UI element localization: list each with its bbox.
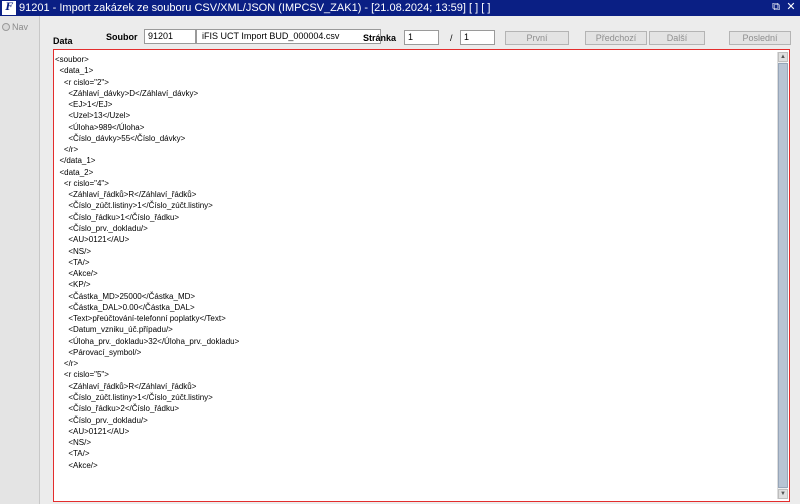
content-line: <Číslo_prv._dokladu/> bbox=[55, 415, 148, 425]
page-current-field[interactable]: 1 bbox=[404, 30, 439, 45]
toolbar: Data Soubor 91201 iFIS UCT Import BUD_00… bbox=[40, 16, 800, 50]
page-separator: / bbox=[450, 33, 453, 43]
content-line: <Párovací_symbol/> bbox=[55, 347, 142, 357]
content-line: <Uzel>13</Uzel> bbox=[55, 111, 131, 121]
content-line: <data_2> bbox=[55, 167, 94, 177]
nav-button[interactable]: Nav bbox=[2, 22, 28, 32]
stranka-label: Stránka bbox=[363, 33, 397, 43]
file-code-field[interactable]: 91201 bbox=[144, 29, 196, 44]
content-line: <Úloha>989</Úloha> bbox=[55, 122, 145, 132]
file-content-text[interactable]: <soubor> <data_1> <r cislo="2"> <Záhlaví… bbox=[55, 54, 773, 471]
vertical-scrollbar[interactable]: ▲ ▼ bbox=[777, 52, 788, 499]
content-line: <NS/> bbox=[55, 438, 92, 448]
content-line: <Datum_vzniku_úč.případu/> bbox=[55, 325, 173, 335]
content-line: <KP/> bbox=[55, 280, 91, 290]
content-line: <Záhlaví_řádků>R</Záhlaví_řádků> bbox=[55, 190, 197, 200]
app-logo-icon: F bbox=[2, 1, 16, 15]
content-line: <r cislo="2"> bbox=[55, 77, 109, 87]
content-line: <data_1> bbox=[55, 66, 94, 76]
content-line: <NS/> bbox=[55, 246, 92, 256]
scroll-up-icon[interactable]: ▲ bbox=[778, 52, 788, 62]
nav-label: Nav bbox=[12, 22, 29, 32]
content-line: <Číslo_řádku>1</Číslo_řádku> bbox=[55, 212, 180, 222]
content-line: </r> bbox=[55, 145, 79, 155]
content-line: <Text>přeúčtování-telefonní poplatky</Te… bbox=[55, 314, 226, 324]
window-title: 91201 - Import zakázek ze souboru CSV/XM… bbox=[19, 2, 491, 14]
content-line: <Číslo_prv._dokladu/> bbox=[55, 223, 148, 233]
content-line: <Akce/> bbox=[55, 269, 98, 279]
content-line: <AU>0121</AU> bbox=[55, 235, 130, 245]
restore-icon[interactable]: ⧉ bbox=[770, 1, 782, 14]
scrollbar-thumb[interactable] bbox=[778, 63, 788, 488]
content-line: <Číslo_zúčt.listiny>1</Číslo_zúčt.listin… bbox=[55, 201, 213, 211]
first-page-button[interactable]: První bbox=[505, 31, 569, 45]
data-label: Data bbox=[53, 36, 73, 46]
content-line: <Akce/> bbox=[55, 460, 98, 470]
title-bar: F 91201 - Import zakázek ze souboru CSV/… bbox=[0, 0, 800, 16]
last-page-button[interactable]: Poslední bbox=[729, 31, 791, 45]
content-line: <Úloha_prv._dokladu>32</Úloha_prv._dokla… bbox=[55, 336, 240, 346]
content-line: <TA/> bbox=[55, 449, 90, 459]
previous-page-button[interactable]: Předchozí bbox=[585, 31, 647, 45]
content-line: <r cislo="4"> bbox=[55, 178, 109, 188]
nav-icon bbox=[2, 23, 10, 31]
content-line: <Záhlaví_řádků>R</Záhlaví_řádků> bbox=[55, 381, 197, 391]
file-name-field[interactable]: iFIS UCT Import BUD_000004.csv bbox=[196, 29, 381, 44]
close-icon[interactable]: ✕ bbox=[785, 1, 797, 14]
content-line: <soubor> bbox=[55, 55, 89, 64]
content-line: <Částka_DAL>0.00</Částka_DAL> bbox=[55, 302, 195, 312]
content-line: </r> bbox=[55, 359, 79, 369]
content-line: <Číslo_zúčt.listiny>1</Číslo_zúčt.listin… bbox=[55, 392, 213, 402]
content-line: <Částka_MD>25000</Částka_MD> bbox=[55, 291, 196, 301]
content-line: <AU>0121</AU> bbox=[55, 426, 130, 436]
content-line: <r cislo="5"> bbox=[55, 370, 109, 380]
content-line: <EJ>1</EJ> bbox=[55, 100, 113, 110]
content-line: <TA/> bbox=[55, 257, 90, 267]
content-line: <Záhlaví_dávky>D</Záhlaví_dávky> bbox=[55, 88, 199, 98]
soubor-label: Soubor bbox=[106, 32, 138, 42]
left-nav-strip: Nav bbox=[0, 16, 40, 504]
file-content-area[interactable]: <soubor> <data_1> <r cislo="2"> <Záhlaví… bbox=[53, 49, 790, 502]
content-line: </data_1> bbox=[55, 156, 96, 166]
content-line: <Číslo_dávky>55</Číslo_dávky> bbox=[55, 133, 186, 143]
next-page-button[interactable]: Další bbox=[649, 31, 705, 45]
scroll-down-icon[interactable]: ▼ bbox=[778, 489, 788, 499]
content-line: <Číslo_řádku>2</Číslo_řádku> bbox=[55, 404, 180, 414]
page-total-field: 1 bbox=[460, 30, 495, 45]
